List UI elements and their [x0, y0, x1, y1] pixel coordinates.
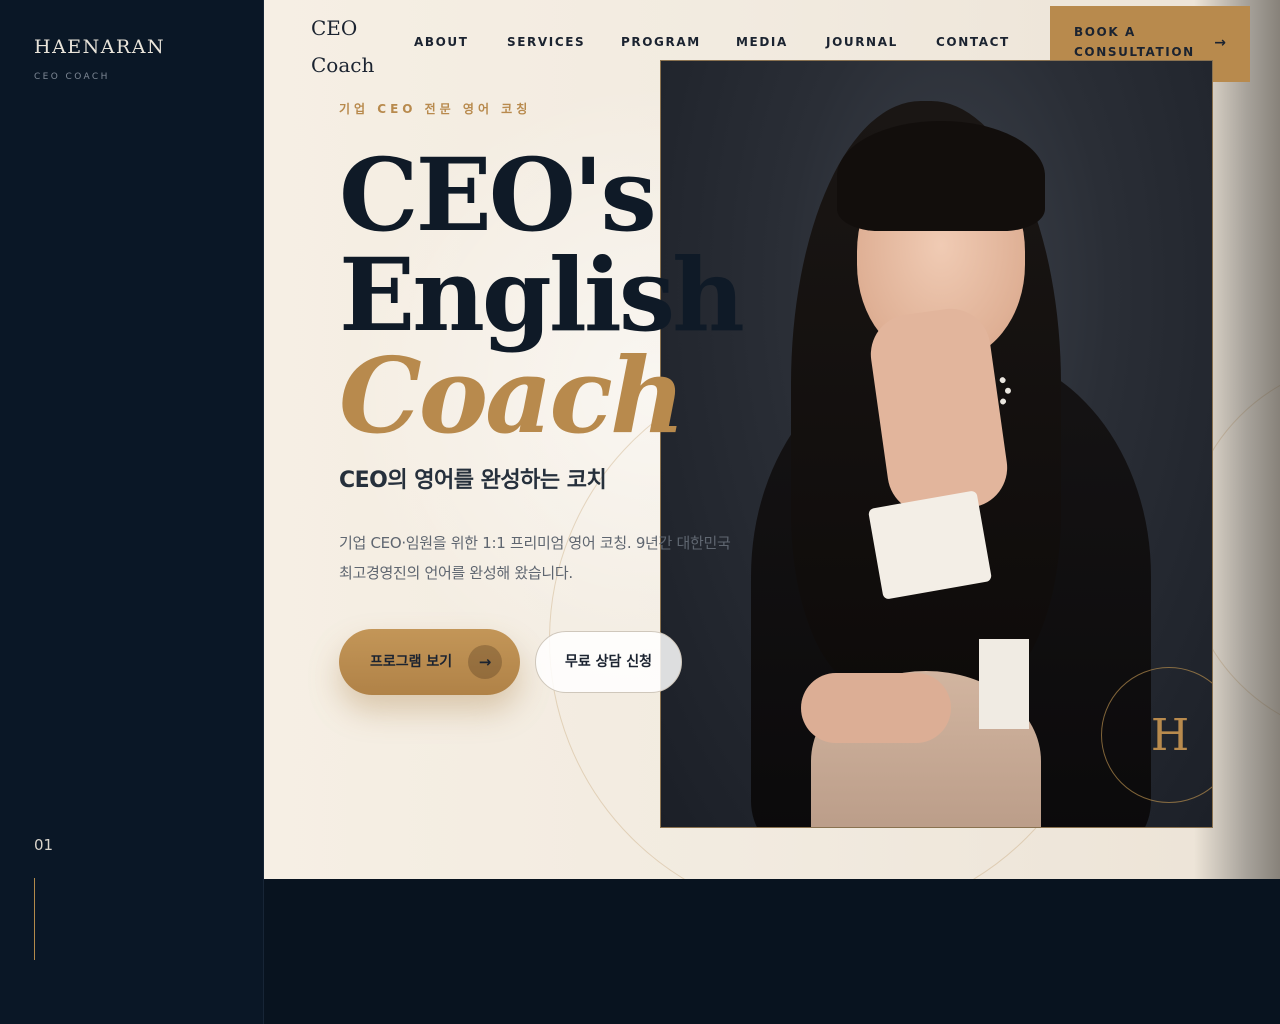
portrait-hand [801, 673, 951, 743]
arrow-right-icon: → [468, 645, 502, 679]
hero-description: 기업 CEO·임원을 위한 1:1 프리미엄 영어 코칭. 9년간 대한민국 최… [339, 528, 759, 588]
hero-description-line2: 최고경영진의 언어를 완성해 왔습니다. [339, 564, 573, 582]
nav-program[interactable]: PROGRAM [621, 35, 736, 49]
slide-progress-line [34, 878, 35, 960]
arrow-right-icon: → [1214, 35, 1226, 51]
free-consultation-label: 무료 상담 신청 [564, 654, 653, 670]
hero-section: CEO Coach ABOUT SERVICES PROGRAM MEDIA J… [264, 0, 1280, 879]
brand-logo[interactable]: HAENARAN [34, 36, 165, 58]
hero-title-line3: Coach [339, 334, 685, 457]
view-program-button[interactable]: 프로그램 보기 → [339, 629, 520, 695]
portrait-hair-top [837, 121, 1045, 231]
portrait-cuff-lower [979, 639, 1029, 729]
free-consultation-button[interactable]: 무료 상담 신청 [535, 631, 682, 693]
nav-about[interactable]: ABOUT [414, 35, 507, 49]
nav-media[interactable]: MEDIA [736, 35, 826, 49]
main-nav: ABOUT SERVICES PROGRAM MEDIA JOURNAL CON… [414, 35, 1010, 49]
header-logo-line2: Coach [311, 53, 375, 77]
book-consultation-line2: CONSULTATION [1074, 45, 1195, 59]
book-consultation-label: BOOK A CONSULTATION [1074, 22, 1195, 62]
header-logo[interactable]: CEO Coach [311, 10, 374, 84]
hero-subtitle: CEO의 영어를 완성하는 코치 [339, 468, 607, 493]
brand-tagline: CEO COACH [34, 72, 110, 82]
hero-description-line1: 기업 CEO·임원을 위한 1:1 프리미엄 영어 코칭. 9년간 대한민국 [339, 534, 731, 552]
sidebar: HAENARAN CEO COACH 01 [0, 0, 264, 1024]
nav-services[interactable]: SERVICES [507, 35, 621, 49]
monogram-letter: H [1150, 710, 1190, 761]
nav-journal[interactable]: JOURNAL [826, 35, 936, 49]
monogram-badge: H [1101, 667, 1212, 803]
book-consultation-line1: BOOK A [1074, 25, 1136, 39]
slide-counter: 01 [34, 836, 54, 854]
view-program-label: 프로그램 보기 [370, 654, 453, 670]
nav-contact[interactable]: CONTACT [936, 35, 1010, 49]
hero-title-line1: CEO's [339, 136, 657, 254]
hero-kicker: 기업 CEO 전문 영어 코칭 [339, 102, 532, 116]
header-logo-line1: CEO [311, 16, 358, 40]
coach-portrait-image: H [660, 60, 1213, 828]
portrait-cuff [867, 490, 993, 600]
